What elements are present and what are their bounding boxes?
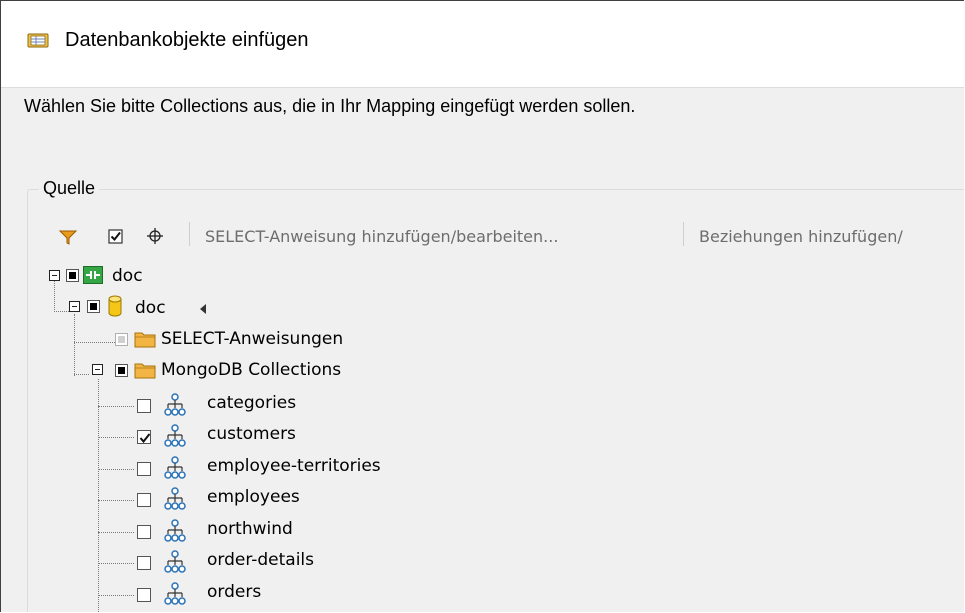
collection-checkbox[interactable]	[137, 588, 151, 602]
tree-node-label: SELECT-Anweisungen	[161, 329, 344, 349]
database-connection-icon	[83, 266, 103, 289]
tree-node-label: employees	[207, 487, 300, 507]
toolbar-separator	[189, 222, 190, 246]
tree-node-label: categories	[207, 393, 297, 413]
hierarchy-icon	[164, 582, 186, 611]
collection-checkbox[interactable]	[137, 525, 151, 539]
tree-connector	[98, 500, 134, 501]
hierarchy-icon	[164, 487, 186, 516]
tree-connector	[54, 311, 69, 312]
dialog-title: Datenbankobjekte einfügen	[65, 29, 309, 51]
tree-node-label: MongoDB Collections	[161, 360, 342, 380]
add-select-statement-button[interactable]: SELECT-Anweisung hinzufügen/bearbeiten..…	[205, 227, 558, 246]
check-all-icon[interactable]	[102, 222, 130, 250]
tree-connector	[98, 563, 134, 564]
add-relations-button[interactable]: Beziehungen hinzufügen/	[699, 227, 903, 246]
tree-connector	[74, 342, 115, 343]
tree-node-label: orders	[207, 582, 262, 602]
hierarchy-icon	[164, 519, 186, 548]
tree-connector	[98, 406, 134, 407]
dialog-content: Wählen Sie bitte Collections aus, die in…	[1, 88, 964, 612]
collection-checkbox[interactable]	[137, 493, 151, 507]
tree-connector	[98, 532, 134, 533]
tree-connector	[74, 374, 89, 375]
tristate-checkbox	[115, 333, 128, 346]
tree-node-label: order-details	[207, 550, 315, 570]
hierarchy-icon	[164, 550, 186, 579]
title-bar: Datenbankobjekte einfügen	[1, 1, 964, 88]
source-tree: SELECT-Anweisung hinzufügen/bearbeiten..…	[1, 88, 964, 612]
collection-checkbox[interactable]	[137, 462, 151, 476]
tree-connector	[98, 437, 134, 438]
collapse-toggle[interactable]	[49, 270, 60, 281]
dialog-window: Datenbankobjekte einfügen Wählen Sie bit…	[0, 0, 964, 612]
tristate-checkbox[interactable]	[66, 269, 79, 282]
tristate-checkbox[interactable]	[87, 300, 100, 313]
folder-icon	[134, 330, 156, 353]
hierarchy-icon	[164, 393, 186, 422]
collection-checkbox[interactable]	[137, 556, 151, 570]
tree-node-label: customers	[207, 424, 296, 444]
tree-connector	[98, 469, 134, 470]
tristate-checkbox[interactable]	[115, 364, 128, 377]
tree-node-label: northwind	[207, 519, 293, 539]
tree-connector	[98, 595, 134, 596]
hierarchy-icon	[164, 456, 186, 485]
hierarchy-icon	[164, 424, 186, 453]
folder-icon	[134, 361, 156, 384]
tree-node-label: employee-territories	[207, 456, 381, 476]
filter-icon[interactable]	[54, 223, 82, 251]
collapse-toggle[interactable]	[69, 301, 80, 312]
tree-connector	[98, 379, 99, 612]
collection-checkbox[interactable]	[137, 430, 151, 444]
collapse-toggle[interactable]	[92, 364, 103, 375]
toolbar-separator	[683, 222, 684, 246]
collection-checkbox[interactable]	[137, 399, 151, 413]
database-cylinder-icon	[108, 295, 122, 322]
tree-node-label: doc	[135, 298, 166, 318]
tree-connector	[74, 314, 75, 376]
database-objects-icon	[27, 32, 49, 48]
crosshair-icon[interactable]	[141, 222, 169, 250]
tree-node-label: doc	[112, 266, 143, 286]
tree-connector	[54, 281, 55, 312]
caret-left-icon[interactable]	[199, 302, 207, 320]
